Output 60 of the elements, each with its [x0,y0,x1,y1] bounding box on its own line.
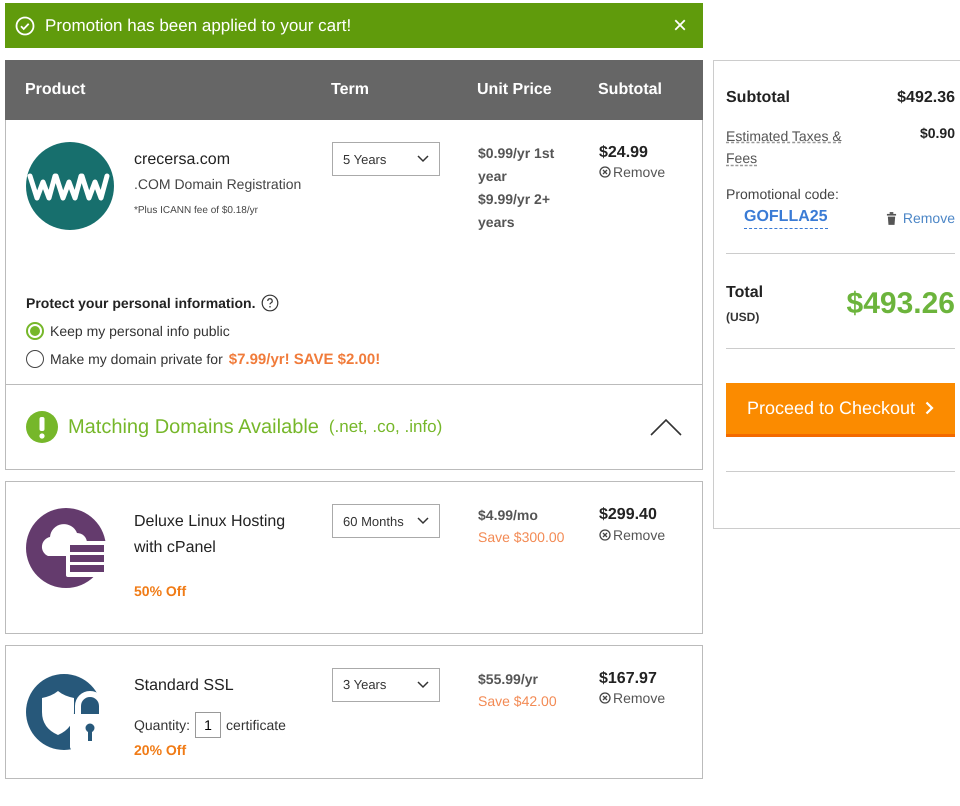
remove-promo-link[interactable]: Remove [886,210,955,226]
item-subtotal: $24.99 [599,143,648,163]
remove-link[interactable]: Remove [599,526,666,543]
quantity-field[interactable]: 1 [195,712,222,738]
help-icon[interactable] [261,294,280,312]
term-dropdown[interactable]: 5 Years [332,142,440,176]
promotion-message: Promotion has been applied to your cart! [45,16,352,36]
matching-extensions: (.net, .co, .info) [328,417,444,438]
column-header: Unit Price [477,81,553,99]
promo-code-label: Promotional code: [726,186,840,202]
discount-label: 20% Off [134,742,186,758]
item-subtotal: $167.97 [599,668,657,689]
taxes-label[interactable]: Estimated Taxes & Fees [726,125,851,170]
fee-note: *Plus ICANN fee of $0.18/yr [134,204,258,216]
product-name: crecersa.com [134,150,230,170]
product-name: Deluxe Linux Hosting with cPanel [134,512,286,558]
column-header: Subtotal [598,81,663,99]
subtotal-label: Subtotal [726,89,790,107]
chevron-up-icon[interactable] [650,418,682,436]
savings-label: Save $42.00 [478,692,557,711]
product-description: .COM Domain Registration [134,174,302,194]
currency-label: (USD) [726,310,760,324]
close-circle-icon [599,692,611,704]
check-circle-icon [15,16,35,36]
column-header: Product [25,81,86,99]
chevron-down-icon [417,155,429,163]
product-name: Standard SSL [134,676,234,696]
close-circle-icon [599,528,611,541]
close-circle-icon [599,166,611,178]
term-dropdown[interactable]: 3 Years [332,668,440,702]
total-label: Total [726,284,764,302]
privacy-title: Protect your personal information. [26,295,256,312]
matching-title: Matching Domains Available [68,416,319,439]
total-value: $493.26 [846,286,955,321]
chevron-down-icon [417,680,429,689]
column-header: Term [331,81,370,99]
radio-button[interactable] [26,322,44,340]
term-dropdown[interactable]: 60 Months [332,504,440,538]
subtotal-value: $492.36 [897,89,955,107]
unit-price: $4.99/mo [478,506,538,526]
www-globe-icon [26,142,114,230]
promo-code: GOFLLA25 [744,208,828,229]
unit-price: $0.99/yr 1st year [478,144,556,186]
taxes-value: $0.90 [920,125,955,141]
chevron-down-icon [417,517,429,526]
privacy-option[interactable]: Keep my personal info public [26,322,682,340]
item-subtotal: $299.40 [599,505,657,526]
unit-price: $55.99/yr [478,670,538,689]
trash-icon [886,212,897,225]
unit-price: $9.99/yr 2+ years [478,190,552,232]
remove-link[interactable]: Remove [599,690,666,706]
savings-label: Save $300.00 [478,528,564,548]
quantity-label: Quantity: [134,717,190,734]
chevron-right-icon [925,401,934,416]
privacy-option[interactable]: Make my domain private for $7.99/yr! SAVE $2.00! [26,350,682,368]
quantity-unit: certificate [226,717,286,734]
exclamation-icon [26,411,58,444]
discount-label: 50% Off [134,582,186,599]
remove-link[interactable]: Remove [599,164,666,180]
radio-button[interactable] [26,350,44,368]
